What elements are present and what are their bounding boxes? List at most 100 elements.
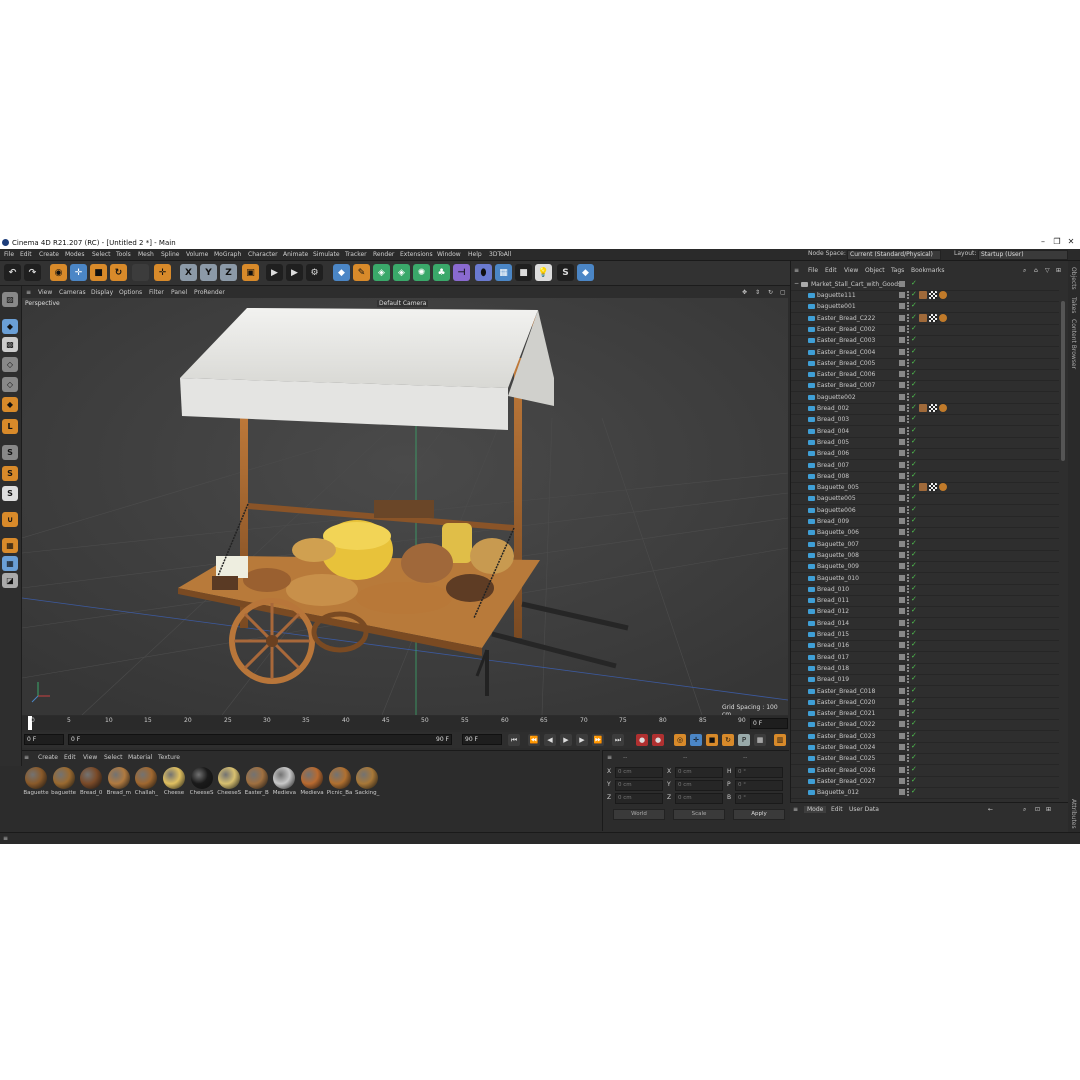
object-row[interactable]: Easter_Bread_C024 ✓ — [791, 742, 1059, 754]
visibility-toggle[interactable] — [899, 292, 905, 298]
object-row[interactable]: Baguette_009 ✓ — [791, 561, 1059, 574]
transform-icon[interactable] — [132, 264, 149, 281]
enabled-check-icon[interactable]: ✓ — [911, 426, 917, 434]
layer-dots-icon[interactable] — [907, 539, 909, 548]
enabled-check-icon[interactable]: ✓ — [911, 561, 917, 569]
snap-s-icon[interactable]: S — [2, 445, 18, 460]
object-row[interactable]: Bread_014 ✓ — [791, 618, 1059, 630]
key-param-icon[interactable]: P — [738, 734, 750, 746]
mat-menu-select[interactable]: Select — [104, 754, 123, 761]
magnet-icon[interactable]: ∪ — [2, 512, 18, 527]
visibility-toggle[interactable] — [899, 359, 905, 366]
enabled-check-icon[interactable]: ✓ — [911, 652, 917, 660]
texture-tag-icon[interactable] — [919, 404, 927, 412]
deformer-icon[interactable]: ⊣ — [453, 264, 470, 281]
texture-tag-icon[interactable] — [919, 483, 927, 492]
object-row[interactable]: Bread_015 ✓ — [791, 629, 1059, 641]
enabled-check-icon[interactable]: ✓ — [911, 301, 917, 309]
visibility-toggle[interactable] — [899, 337, 905, 344]
object-row[interactable]: Baguette_007 ✓ — [791, 539, 1059, 551]
size-x-field[interactable]: 0 cm — [675, 767, 723, 778]
layer-dots-icon[interactable] — [907, 313, 909, 322]
mat-menu-texture[interactable]: Texture — [158, 754, 180, 761]
menu-simulate[interactable]: Simulate — [313, 251, 340, 258]
menu-render[interactable]: Render — [373, 251, 394, 258]
object-row[interactable]: Baguette_006 ✓ — [791, 527, 1059, 540]
enabled-check-icon[interactable]: ✓ — [911, 358, 917, 366]
object-row[interactable]: Easter_Bread_C022 ✓ — [791, 719, 1059, 732]
key-scale-icon[interactable]: ■ — [706, 734, 718, 746]
object-row[interactable]: Easter_Bread_C003 ✓ — [791, 335, 1059, 348]
texture-mode-icon[interactable]: ▩ — [2, 337, 18, 352]
obj-menu-edit[interactable]: Edit — [825, 267, 837, 274]
rotate-icon[interactable]: ↻ — [110, 264, 127, 281]
layer-dots-icon[interactable] — [907, 550, 909, 559]
layer-dots-icon[interactable] — [907, 517, 909, 525]
layer-dots-icon[interactable] — [907, 743, 909, 751]
layer-dots-icon[interactable] — [907, 528, 909, 537]
viewport-zoom-icon[interactable]: ⇕ — [755, 289, 760, 296]
visibility-toggle[interactable] — [899, 744, 905, 750]
pos-z-field[interactable]: 0 cm — [615, 793, 663, 804]
object-row[interactable]: baguette005 ✓ — [791, 493, 1059, 506]
object-row[interactable]: Baguette_012 ✓ — [791, 787, 1059, 800]
object-row[interactable]: Easter_Bread_C020 ✓ — [791, 697, 1059, 709]
menu-tracker[interactable]: Tracker — [345, 251, 367, 258]
obj-home-icon[interactable]: ⌂ — [1034, 267, 1038, 274]
layer-dots-icon[interactable] — [907, 663, 909, 672]
material-swatch[interactable]: Medieva — [299, 767, 325, 801]
polygons-mode-icon[interactable]: ◆ — [2, 397, 18, 412]
enabled-check-icon[interactable]: ✓ — [911, 573, 917, 581]
attr-lock-icon[interactable]: ⊡ — [1035, 806, 1040, 813]
edges-mode-icon[interactable]: ◇ — [2, 377, 18, 392]
layer-dots-icon[interactable] — [907, 776, 909, 785]
material-swatch[interactable]: Picnic_Ba — [327, 767, 353, 801]
snap-toggle-icon[interactable]: S — [2, 466, 18, 481]
layer-dots-icon[interactable] — [907, 731, 909, 740]
visibility-toggle[interactable] — [899, 687, 905, 694]
enabled-check-icon[interactable]: ✓ — [911, 335, 917, 343]
y-axis-button[interactable]: Y — [200, 264, 217, 281]
visibility-toggle[interactable] — [899, 789, 905, 796]
visibility-toggle[interactable] — [899, 676, 905, 683]
x-axis-button[interactable]: X — [180, 264, 197, 281]
lock-workplane-icon[interactable]: ◪ — [2, 573, 18, 588]
back-arrow-icon[interactable]: ← — [988, 806, 993, 813]
object-row[interactable]: Baguette_010 ✓ — [791, 573, 1059, 585]
enabled-check-icon[interactable]: ✓ — [911, 640, 917, 648]
material-swatch[interactable]: Easter_B — [244, 767, 270, 801]
layer-dots-icon[interactable] — [907, 652, 909, 661]
visibility-toggle[interactable] — [899, 405, 905, 411]
mograph-icon[interactable]: ♣ — [433, 264, 450, 281]
s-plugin-icon[interactable]: S — [557, 264, 574, 281]
material-swatch[interactable]: Medieva — [271, 767, 297, 801]
object-row[interactable]: Easter_Bread_C021 ✓ — [791, 708, 1059, 721]
go-to-end-icon[interactable]: ⏭ — [612, 734, 624, 746]
object-row[interactable]: Bread_009 ✓ — [791, 516, 1059, 528]
enabled-check-icon[interactable]: ✓ — [911, 584, 917, 592]
world-dropdown[interactable]: World — [613, 809, 665, 820]
object-row[interactable]: Easter_Bread_C027 ✓ — [791, 776, 1059, 788]
layer-dots-icon[interactable] — [907, 381, 909, 390]
visibility-toggle[interactable] — [899, 506, 905, 513]
layer-dots-icon[interactable] — [907, 596, 909, 605]
vp-menu-prorender[interactable]: ProRender — [194, 289, 225, 296]
menu-extensions[interactable]: Extensions — [400, 251, 433, 258]
enabled-check-icon[interactable]: ✓ — [911, 595, 917, 603]
layer-dots-icon[interactable] — [907, 562, 909, 571]
object-row[interactable]: Bread_005 ✓ — [791, 437, 1059, 449]
side-tab-content-browser[interactable]: Content Browser — [1070, 319, 1077, 369]
attr-newwindow-icon[interactable]: ⊞ — [1046, 806, 1051, 813]
layer-dots-icon[interactable] — [907, 392, 909, 401]
timeline-ruler[interactable]: 0 5 10 15 20 25 30 35 40 45 50 55 60 65 … — [22, 716, 788, 730]
phong-tag-icon[interactable] — [939, 483, 947, 492]
points-mode-icon[interactable]: ◇ — [2, 357, 18, 372]
autokey-icon[interactable]: ● — [652, 734, 664, 746]
preview-range-slider[interactable]: 0 F 90 F — [68, 734, 452, 745]
layer-dots-icon[interactable] — [907, 618, 909, 627]
enabled-check-icon[interactable]: ✓ — [911, 629, 917, 637]
menu-edit[interactable]: Edit — [20, 251, 32, 258]
cloner-icon[interactable]: ✺ — [413, 264, 430, 281]
vp-menu-panel[interactable]: Panel — [171, 289, 187, 296]
snap-settings-icon[interactable]: S — [2, 486, 18, 501]
